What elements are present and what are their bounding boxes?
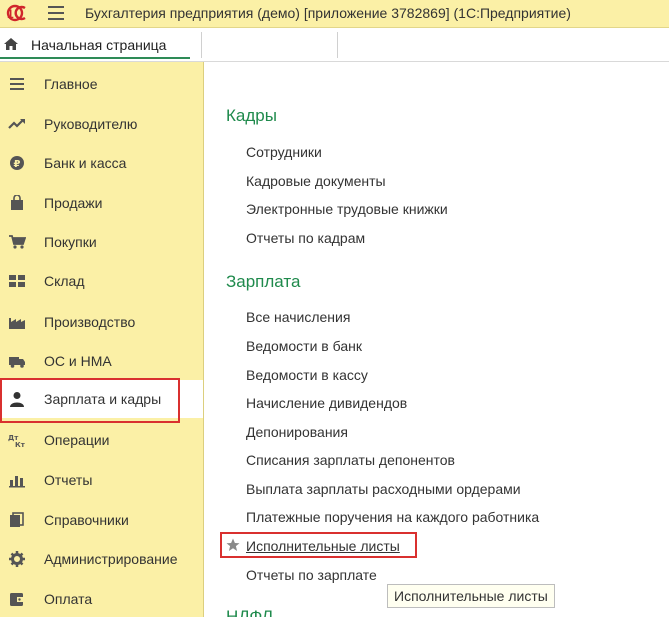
sidebar-item-label: Руководителю	[44, 116, 138, 132]
link-all-accruals[interactable]: Все начисления	[246, 309, 350, 325]
sidebar-item-purchases[interactable]: Покупки	[0, 223, 203, 261]
svg-text:Кт: Кт	[15, 441, 26, 448]
section-title-hr: Кадры	[226, 106, 277, 125]
selection-highlight-box	[220, 532, 417, 558]
sidebar-item-label: Оплата	[44, 591, 93, 607]
dt-kt-icon: ДтКт	[8, 434, 26, 448]
warehouse-icon	[9, 275, 25, 287]
tab-row: Начальная страница	[0, 28, 669, 62]
link-deposits[interactable]: Депонирования	[246, 424, 348, 440]
wallet-icon	[10, 593, 24, 606]
sidebar-item-production[interactable]: Производство	[0, 303, 203, 341]
section-title-salary: Зарплата	[226, 272, 301, 291]
link-payment-orders-per-employee[interactable]: Платежные поручения на каждого работника	[246, 509, 539, 525]
link-dividends[interactable]: Начисление дивидендов	[246, 395, 407, 411]
sidebar-item-label: Покупки	[44, 234, 97, 250]
link-employees[interactable]: Сотрудники	[246, 144, 322, 160]
tab-home-label: Начальная страница	[31, 37, 167, 53]
truck-icon	[9, 357, 25, 368]
section-title-ndfl: НДФЛ	[226, 607, 273, 617]
sidebar-item-reports[interactable]: Отчеты	[0, 461, 203, 499]
svg-text:1: 1	[7, 7, 14, 21]
home-icon	[4, 38, 18, 50]
sidebar-item-label: Производство	[44, 314, 136, 330]
link-salary-reports[interactable]: Отчеты по зарплате	[246, 567, 377, 583]
tooltip: Исполнительные листы	[387, 584, 555, 608]
sidebar-item-directories[interactable]: Справочники	[0, 501, 203, 539]
link-hr-documents[interactable]: Кадровые документы	[246, 173, 386, 189]
title-bar: 1 Бухгалтерия предприятия (демо) [прилож…	[0, 0, 669, 28]
sidebar-item-label: Главное	[44, 76, 98, 92]
1c-logo-icon[interactable]: 1	[3, 4, 37, 22]
sidebar-item-main[interactable]: Главное	[0, 65, 203, 103]
link-electronic-workbooks[interactable]: Электронные трудовые книжки	[246, 201, 448, 217]
factory-icon	[9, 318, 25, 329]
cart-icon	[9, 235, 26, 249]
sidebar-item-operations[interactable]: Дт Кт Операции	[0, 421, 203, 459]
active-tab-indicator	[0, 57, 190, 59]
sections-sidebar: Главное Руководителю ₽ Банк и касса Прод…	[0, 62, 204, 617]
link-cash-statements[interactable]: Ведомости в кассу	[246, 367, 368, 383]
main-menu-icon[interactable]	[48, 6, 64, 20]
sidebar-item-fixed-assets[interactable]: ОС и НМА	[0, 342, 203, 380]
sidebar-item-payment[interactable]: Оплата	[0, 580, 203, 618]
sidebar-item-bank[interactable]: ₽ Банк и касса	[0, 144, 203, 182]
sidebar-item-label: Продажи	[44, 195, 103, 211]
window-title: Бухгалтерия предприятия (демо) [приложен…	[85, 5, 571, 21]
menu-lines-icon	[10, 78, 24, 90]
sidebar-item-label: Операции	[44, 432, 110, 448]
selection-highlight-box	[0, 378, 180, 423]
sidebar-item-label: Банк и касса	[44, 155, 127, 171]
link-cash-order-payouts[interactable]: Выплата зарплаты расходными ордерами	[246, 481, 521, 497]
link-bank-statements[interactable]: Ведомости в банк	[246, 338, 362, 354]
bar-chart-icon	[9, 476, 25, 488]
gear-icon	[9, 551, 25, 567]
link-hr-reports[interactable]: Отчеты по кадрам	[246, 230, 365, 246]
link-depositor-writeoffs[interactable]: Списания зарплаты депонентов	[246, 452, 455, 468]
ruble-coin-icon: ₽	[10, 156, 24, 170]
tab-divider	[337, 32, 338, 58]
books-icon	[10, 512, 24, 527]
tab-home[interactable]: Начальная страница	[0, 28, 190, 59]
sidebar-item-label: Отчеты	[44, 472, 93, 488]
sidebar-item-sales[interactable]: Продажи	[0, 184, 203, 222]
sidebar-item-label: Склад	[44, 273, 85, 289]
sidebar-item-administration[interactable]: Администрирование	[0, 540, 203, 578]
section-content-panel: Кадры Сотрудники Кадровые документы Элек…	[204, 62, 669, 617]
svg-text:₽: ₽	[14, 159, 21, 170]
sidebar-item-warehouse[interactable]: Склад	[0, 262, 203, 300]
tab-divider	[201, 32, 202, 58]
shopping-bag-icon	[11, 195, 23, 210]
sidebar-item-label: Справочники	[44, 512, 129, 528]
sidebar-item-label: ОС и НМА	[44, 353, 112, 369]
sidebar-item-director[interactable]: Руководителю	[0, 105, 203, 143]
sidebar-item-label: Администрирование	[44, 551, 178, 567]
trend-icon	[8, 119, 25, 129]
